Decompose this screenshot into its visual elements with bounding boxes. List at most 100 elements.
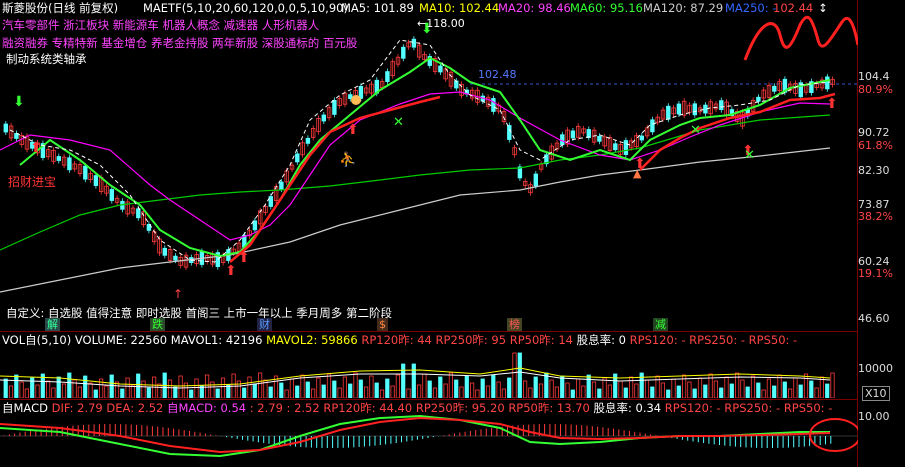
panel-divider	[0, 331, 858, 332]
volume-bar	[697, 377, 703, 398]
volume-bar	[740, 379, 745, 398]
triangle-icon: ▲	[633, 167, 642, 180]
price-axis-label: 82.30	[858, 164, 890, 177]
price-axis-label: 90.72	[858, 126, 890, 139]
volume-bar	[438, 376, 443, 398]
tag-cai[interactable]: 财	[257, 318, 272, 331]
volume-bar	[226, 384, 231, 398]
volume-bar	[93, 389, 98, 398]
dea-value: DEA: 2.52	[106, 401, 164, 415]
volume-bar	[8, 385, 14, 398]
volume-bar	[464, 375, 469, 398]
volume-bar	[517, 352, 522, 398]
volume-bar	[719, 387, 724, 398]
volume-bar	[766, 378, 772, 398]
volume-bar	[554, 386, 560, 398]
volume-bar	[204, 374, 210, 398]
mavol1-value: MAVOL1: 42196	[170, 333, 263, 347]
macd-title[interactable]: 自MACD	[2, 401, 48, 415]
dea-line	[0, 416, 831, 454]
tag-jian[interactable]: 减	[653, 318, 668, 331]
rp120-value: RP120昨: 44	[361, 333, 432, 347]
up-arrow-icon: ↑	[173, 287, 183, 301]
trend-red-line	[229, 95, 441, 263]
macd-header: 自MACD DIF: 2.79 DEA: 2.52 自MACD: 0.54 : …	[2, 401, 832, 415]
volume-title[interactable]: VOL自(5,10)	[2, 333, 71, 347]
volume-bar	[411, 363, 416, 398]
volume-bar	[14, 374, 19, 398]
coin-icon	[351, 95, 361, 105]
volume-axis-label: 10000	[858, 362, 893, 375]
volume-bar	[51, 387, 56, 398]
volume-unit[interactable]: X10	[862, 386, 890, 401]
volume-bar	[692, 388, 697, 398]
volume-bar	[390, 385, 395, 398]
rps50-value: RPS50: -	[748, 333, 798, 347]
volume-bar	[798, 384, 803, 398]
volume-bar	[220, 377, 226, 398]
volume-bar	[644, 379, 650, 398]
volume-bar	[395, 374, 401, 398]
volume-bar	[507, 377, 512, 398]
hand-circle-annotation	[809, 418, 858, 452]
volume-bar	[24, 388, 30, 398]
volume-bar	[819, 376, 825, 398]
volume-bar	[178, 375, 183, 398]
person-icon: ⛹	[339, 150, 356, 168]
volume-bar	[337, 387, 342, 398]
volume-bar	[321, 384, 326, 398]
tag-die[interactable]: 跌	[150, 318, 165, 331]
volume-bar	[167, 379, 173, 398]
volume-bar	[565, 382, 570, 398]
price-chart[interactable]: ⬇ ⬇ ⬆ ⬆ ⬆ ⬆ ⬆ ⬆ ⬆ ✕ ✕ ✕ ⛹ ▲ ↑	[0, 0, 858, 330]
tag-bang[interactable]: 榜	[507, 318, 522, 331]
volume-bar	[401, 363, 406, 398]
volume-bar	[194, 378, 199, 398]
volume-bar	[369, 375, 374, 398]
rps250-value: RPS250: -	[689, 333, 746, 347]
volume-bar	[634, 383, 639, 398]
volume-bar	[703, 384, 708, 398]
volume-chart[interactable]	[0, 346, 858, 398]
volume-bar	[591, 381, 597, 398]
volume-bar	[729, 383, 734, 398]
volume-bar	[374, 382, 379, 398]
ma120-line	[0, 147, 831, 293]
volume-bar	[803, 373, 809, 398]
macd-rps50: RPS50: -	[783, 401, 833, 415]
volume-bar	[750, 375, 756, 398]
high-label: ←118.00	[417, 17, 465, 30]
down-arrow-icon: ⬇	[13, 94, 25, 110]
volume-bar	[788, 388, 793, 398]
tag-dollar[interactable]: $	[377, 318, 388, 331]
volume-bar	[348, 383, 353, 398]
volume-bar	[173, 386, 178, 398]
low-label: 招财进宝	[8, 175, 57, 189]
volume-bar	[284, 389, 289, 398]
volume-bar	[141, 380, 146, 398]
volume-bar	[459, 386, 464, 398]
up-arrow-icon: ⬆	[225, 263, 237, 279]
volume-bar	[501, 388, 507, 398]
up-arrow-icon: ⬆	[30, 140, 42, 156]
ma5-line	[9, 39, 831, 263]
volume-bar	[454, 379, 459, 398]
tag-jie[interactable]: 解	[45, 318, 60, 331]
volume-bar	[19, 381, 24, 398]
cross-icon: ✕	[393, 115, 404, 130]
macd-rps120: RPS120: -	[664, 401, 721, 415]
macd-axis-label: 10.00	[858, 410, 890, 423]
volume-bar	[650, 386, 655, 398]
volume-bar	[104, 385, 109, 398]
volume-bar	[215, 388, 220, 398]
volume-bar	[125, 377, 130, 398]
volume-bar	[772, 385, 777, 398]
up-arrow-icon: ⬆	[826, 96, 838, 112]
macd-chart[interactable]	[0, 414, 858, 467]
custom-line: 自定义: 自选股 值得注意 即时选股 首阁三 上市一年以上 季月周多 第二阶段	[6, 306, 392, 320]
volume-bar	[305, 381, 310, 398]
volume-bar	[67, 372, 72, 398]
volume-bar	[448, 372, 454, 398]
macd-triple: : 2.79 : 2.52	[249, 401, 320, 415]
volume-bar	[183, 382, 188, 398]
